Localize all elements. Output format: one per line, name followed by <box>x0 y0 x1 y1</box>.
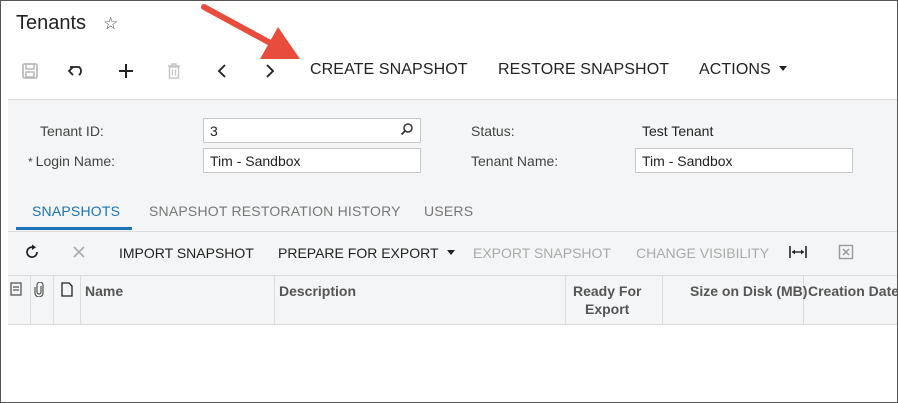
attachment-icon[interactable] <box>31 281 47 297</box>
status-label: Status: <box>471 123 515 139</box>
tenants-window: Tenants ☆ CREATE SNAPSHOT RESTORE SNAPSH… <box>0 0 898 403</box>
tab-snapshots[interactable]: SNAPSHOTS <box>32 203 120 219</box>
tab-users[interactable]: USERS <box>424 203 473 219</box>
column-separator <box>565 275 566 325</box>
change-visibility-button[interactable]: CHANGE VISIBILITY <box>636 245 769 261</box>
prepare-for-export-label: PREPARE FOR EXPORT <box>278 245 439 261</box>
column-separator <box>80 275 81 325</box>
annotation-arrow <box>201 4 300 59</box>
column-header-name[interactable]: Name <box>85 283 123 299</box>
export-snapshot-button[interactable]: EXPORT SNAPSHOT <box>473 245 611 261</box>
caret-down-icon <box>778 66 787 71</box>
create-snapshot-button[interactable]: CREATE SNAPSHOT <box>310 61 468 79</box>
login-name-field[interactable]: Tim - Sandbox <box>203 148 421 173</box>
column-header-creation-date[interactable]: Creation Date <box>808 283 897 299</box>
save-icon[interactable] <box>18 59 42 83</box>
status-value: Test Tenant <box>642 123 714 139</box>
delete-icon[interactable] <box>162 59 186 83</box>
undo-icon[interactable] <box>65 59 89 83</box>
search-icon[interactable] <box>400 122 414 139</box>
tenant-id-value: 3 <box>210 123 218 139</box>
grid-body <box>8 325 897 402</box>
required-marker: * <box>28 155 33 169</box>
file-icon[interactable] <box>59 281 75 297</box>
import-snapshot-button[interactable]: IMPORT SNAPSHOT <box>119 245 254 261</box>
notes-icon[interactable] <box>8 281 24 297</box>
column-header-ready-for-export-line2[interactable]: Export <box>585 301 629 317</box>
column-separator <box>274 275 275 325</box>
column-header-description[interactable]: Description <box>279 283 356 299</box>
login-name-label-text: Login Name: <box>35 153 116 169</box>
tab-snapshot-restoration-history[interactable]: SNAPSHOT RESTORATION HISTORY <box>149 203 401 219</box>
export-excel-icon[interactable] <box>836 242 856 262</box>
active-tab-indicator <box>16 227 132 230</box>
login-name-label: * Login Name: <box>28 153 115 169</box>
fit-columns-icon[interactable] <box>788 242 808 262</box>
tenant-id-field[interactable]: 3 <box>203 118 421 143</box>
column-separator <box>53 275 54 325</box>
restore-snapshot-button[interactable]: RESTORE SNAPSHOT <box>498 61 669 79</box>
star-icon[interactable]: ☆ <box>103 14 118 34</box>
refresh-icon[interactable] <box>22 242 42 262</box>
column-header-ready-for-export[interactable]: Ready For <box>573 283 641 299</box>
actions-menu-button[interactable]: ACTIONS <box>699 61 787 79</box>
tenant-name-field[interactable]: Tim - Sandbox <box>635 148 853 173</box>
actions-label: ACTIONS <box>699 61 771 78</box>
column-separator <box>662 275 663 325</box>
page-title: Tenants <box>16 12 87 34</box>
prepare-for-export-button[interactable]: PREPARE FOR EXPORT <box>278 245 455 261</box>
add-icon[interactable] <box>114 59 138 83</box>
caret-down-icon <box>446 250 455 255</box>
close-icon[interactable] <box>69 242 89 262</box>
tenant-id-label: Tenant ID: <box>40 123 104 139</box>
column-header-size-on-disk[interactable]: Size on Disk (MB) <box>690 283 807 299</box>
tenant-name-label: Tenant Name: <box>471 153 559 169</box>
